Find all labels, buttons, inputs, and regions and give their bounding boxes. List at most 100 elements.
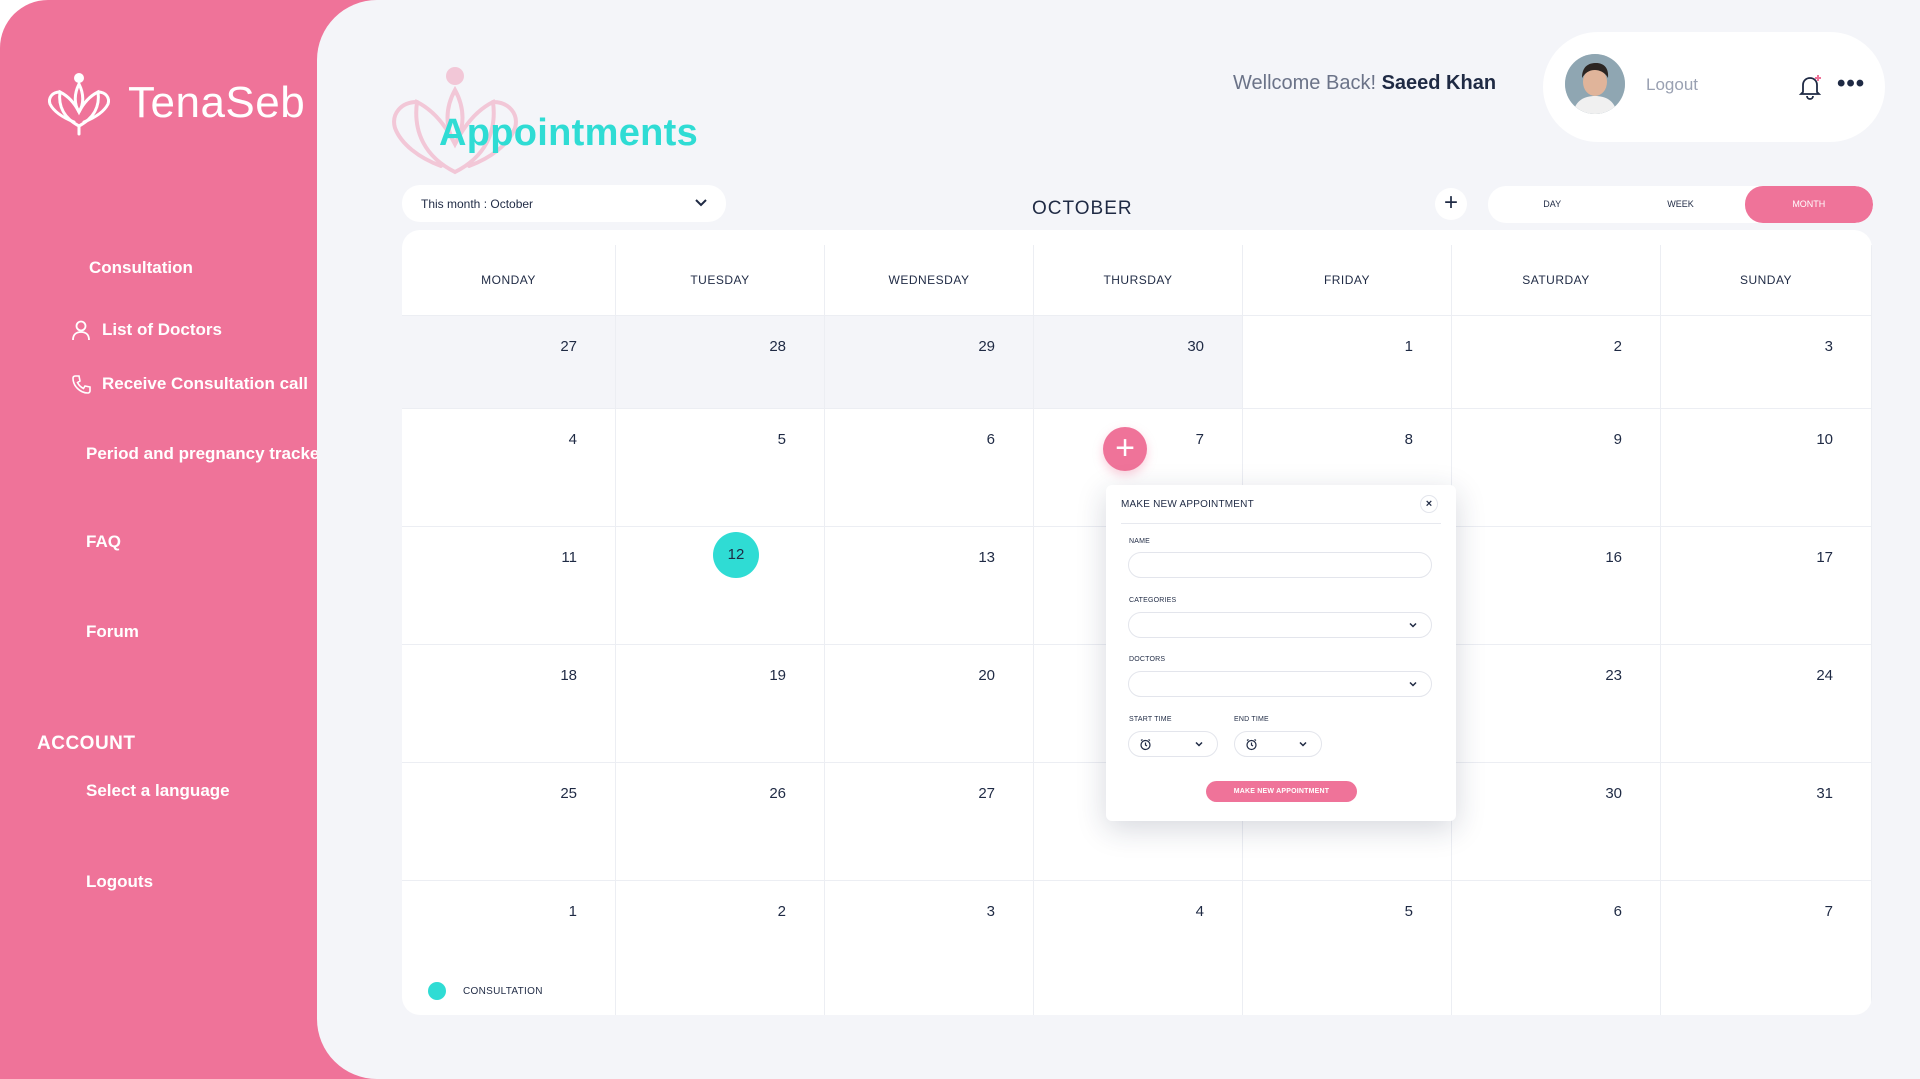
weekday-friday: FRIDAY xyxy=(1243,245,1452,315)
chevron-down-icon xyxy=(1409,681,1417,687)
logout-link[interactable]: Logout xyxy=(1646,75,1698,95)
calendar-day-cell[interactable]: 16 xyxy=(1452,526,1661,644)
calendar-day-cell[interactable]: 12 xyxy=(616,526,825,644)
new-appointment-popup: MAKE NEW APPOINTMENT × NAME CATEGORIES D… xyxy=(1106,485,1456,821)
sidebar-item-period-tracker[interactable]: Period and pregnancy tracker xyxy=(86,444,326,464)
name-input[interactable] xyxy=(1128,552,1432,578)
day-number: 27 xyxy=(978,785,995,802)
calendar-day-cell[interactable]: 3 xyxy=(1661,315,1872,408)
name-label: NAME xyxy=(1129,538,1151,545)
calendar-day-cell[interactable]: 29 xyxy=(825,315,1034,408)
calendar-day-cell[interactable]: 23 xyxy=(1452,644,1661,762)
calendar-day-cell[interactable]: 19 xyxy=(616,644,825,762)
day-number: 3 xyxy=(1824,338,1833,355)
calendar-day-cell[interactable]: 28 xyxy=(616,315,825,408)
calendar-day-cell[interactable]: 4 xyxy=(1034,880,1243,1015)
calendar-day-cell[interactable]: 9 xyxy=(1452,408,1661,526)
calendar-day-cell[interactable]: 10 xyxy=(1661,408,1872,526)
calendar-day-cell[interactable]: 13 xyxy=(825,526,1034,644)
day-number: 19 xyxy=(769,667,786,684)
alarm-clock-icon xyxy=(1246,739,1257,751)
view-day-button[interactable]: DAY xyxy=(1488,186,1616,223)
calendar-day-cell[interactable]: 5 xyxy=(1243,880,1452,1015)
add-appointment-button[interactable]: + xyxy=(1435,188,1467,220)
sidebar-item-logouts[interactable]: Logouts xyxy=(86,872,153,892)
weekday-wednesday: WEDNESDAY xyxy=(825,245,1034,315)
calendar-day-cell[interactable]: 27 xyxy=(825,762,1034,880)
calendar-day-cell[interactable]: 6 xyxy=(1452,880,1661,1015)
day-number: 27 xyxy=(560,338,577,355)
day-number: 23 xyxy=(1605,667,1622,684)
sidebar-item-receive-consultation-call[interactable]: Receive Consultation call xyxy=(70,373,308,395)
weekday-monday: MONDAY xyxy=(402,245,616,315)
month-dropdown[interactable]: This month : October xyxy=(402,185,726,222)
view-week-button[interactable]: WEEK xyxy=(1616,186,1744,223)
calendar-day-cell[interactable]: 25 xyxy=(402,762,616,880)
account-section-title: ACCOUNT xyxy=(37,733,136,754)
weekday-header: MONDAY TUESDAY WEDNESDAY THURSDAY FRIDAY SATU… xyxy=(402,245,1872,315)
legend-label: CONSULTATION xyxy=(463,985,543,997)
calendar-day-cell[interactable]: 2 xyxy=(1452,315,1661,408)
app-logo: TenaSeb xyxy=(44,68,305,138)
calendar-day-cell[interactable]: 30 xyxy=(1452,762,1661,880)
day-number: 18 xyxy=(560,667,577,684)
user-name: Saeed Khan xyxy=(1381,72,1497,94)
sidebar-item-label: Logouts xyxy=(86,872,154,891)
alarm-clock-icon xyxy=(1140,739,1151,751)
sidebar-item-label: Receive Consultation call xyxy=(102,374,308,393)
day-number: 1 xyxy=(568,903,577,920)
avatar[interactable] xyxy=(1565,54,1625,114)
calendar-day-cell[interactable]: 26 xyxy=(616,762,825,880)
day-number: 10 xyxy=(1816,431,1833,448)
close-icon[interactable]: × xyxy=(1420,495,1438,513)
sidebar-item-label: Select a language xyxy=(86,781,230,800)
calendar-day-cell[interactable]: 6 xyxy=(825,408,1034,526)
start-time-label: START TIME xyxy=(1129,716,1172,723)
day-number: 29 xyxy=(978,338,995,355)
make-appointment-button[interactable]: MAKE NEW APPOINTMENT xyxy=(1206,781,1357,802)
calendar-day-cell[interactable]: 27 xyxy=(402,315,616,408)
calendar-day-cell[interactable]: 7 xyxy=(1661,880,1872,1015)
calendar-day-cell[interactable]: 31 xyxy=(1661,762,1872,880)
person-icon xyxy=(72,320,90,341)
sidebar-item-label: Period and pregnancy tracker xyxy=(86,444,326,463)
new-appointment-fab[interactable]: + xyxy=(1103,427,1147,471)
chevron-down-icon xyxy=(1409,622,1417,628)
day-number: 25 xyxy=(560,785,577,802)
calendar-day-cell[interactable]: 2 xyxy=(616,880,825,1015)
calendar-day-cell[interactable]: 1 xyxy=(1243,315,1452,408)
categories-select[interactable] xyxy=(1128,612,1432,638)
view-month-button[interactable]: MONTH xyxy=(1744,186,1873,223)
start-time-select[interactable] xyxy=(1128,731,1218,757)
calendar-day-cell[interactable]: 18 xyxy=(402,644,616,762)
sidebar-item-label: FAQ xyxy=(86,532,121,551)
sidebar-item-faq[interactable]: FAQ xyxy=(86,532,121,552)
consultation-legend-dot xyxy=(428,982,446,1000)
sidebar-item-consultation[interactable]: Consultation xyxy=(89,258,193,278)
day-number: 2 xyxy=(777,903,786,920)
calendar-day-cell[interactable]: 5 xyxy=(616,408,825,526)
day-number: 8 xyxy=(1404,431,1413,448)
doctors-select[interactable] xyxy=(1128,671,1432,697)
day-number: 4 xyxy=(568,431,577,448)
day-number: 5 xyxy=(1404,903,1413,920)
day-number: 9 xyxy=(1613,431,1622,448)
calendar-day-cell[interactable]: 11 xyxy=(402,526,616,644)
month-dropdown-value: This month : October xyxy=(421,197,534,211)
notification-bell-icon[interactable] xyxy=(1795,72,1825,102)
calendar-day-cell[interactable]: 17 xyxy=(1661,526,1872,644)
more-options-icon[interactable]: ••• xyxy=(1837,70,1865,98)
sidebar-item-forum[interactable]: Forum xyxy=(86,622,139,642)
calendar-day-cell[interactable]: 30 xyxy=(1034,315,1243,408)
end-time-select[interactable] xyxy=(1234,731,1322,757)
calendar-day-cell[interactable]: 20 xyxy=(825,644,1034,762)
calendar-day-cell[interactable]: 4 xyxy=(402,408,616,526)
calendar-day-cell[interactable]: 24 xyxy=(1661,644,1872,762)
sidebar-item-list-of-doctors[interactable]: List of Doctors xyxy=(70,319,222,341)
user-card: Logout ••• xyxy=(1543,32,1885,142)
sidebar-item-select-language[interactable]: Select a language xyxy=(86,781,230,801)
phone-icon xyxy=(72,375,91,394)
day-number: 1 xyxy=(1404,338,1413,355)
day-number: 24 xyxy=(1816,667,1833,684)
calendar-day-cell[interactable]: 3 xyxy=(825,880,1034,1015)
